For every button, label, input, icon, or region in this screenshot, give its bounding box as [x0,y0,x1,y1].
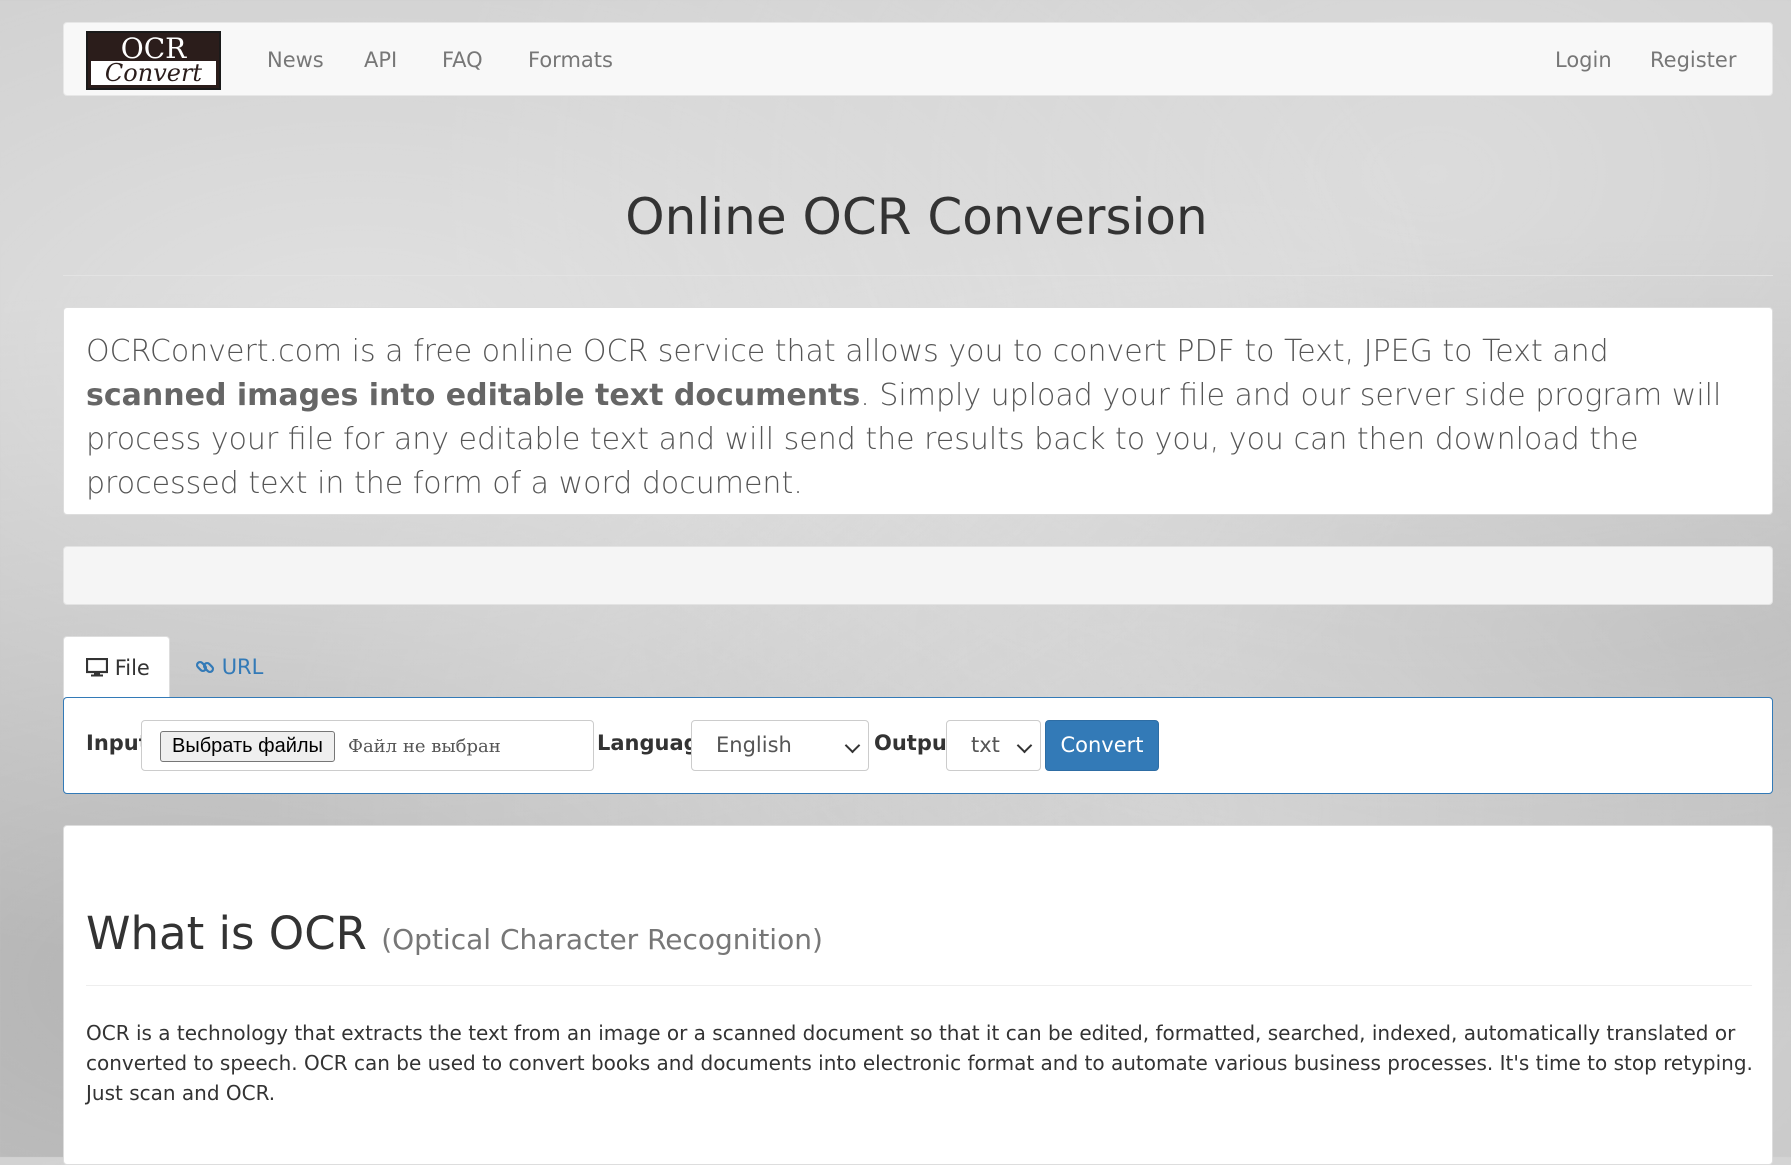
nav-link-api[interactable]: API [364,47,397,73]
page-title: Online OCR Conversion [625,188,1208,246]
intro-text: OCRConvert.com is a free online OCR serv… [86,330,1750,506]
output-select[interactable]: txt [946,720,1041,771]
chevron-down-icon [1016,737,1033,754]
section-divider [86,985,1752,986]
conversion-form: Input Выбрать файлы Файл не выбран Langu… [63,697,1773,794]
convert-button[interactable]: Convert [1045,720,1159,771]
nav-link-formats[interactable]: Formats [528,47,613,73]
section-heading-main: What is OCR [86,907,367,960]
section-body: OCR is a technology that extracts the te… [86,1021,1753,1105]
site-logo[interactable]: OCR Convert [86,31,221,90]
language-select-value: English [716,733,792,757]
section-heading: What is OCR (Optical Character Recogniti… [86,906,823,968]
input-label: Input [86,731,149,755]
tab-url-label: URL [221,655,264,679]
language-select[interactable]: English [691,720,869,771]
tab-file-label: File [114,656,150,680]
tab-file[interactable]: File [63,636,170,698]
ad-placeholder-panel [63,546,1773,605]
output-label: Output [874,731,957,755]
output-select-value: txt [971,733,1000,757]
nav-link-login[interactable]: Login [1555,47,1612,73]
nav-link-news[interactable]: News [267,47,324,73]
intro-text-a: OCRConvert.com is a free online OCR serv… [86,334,1609,369]
intro-panel: OCRConvert.com is a free online OCR serv… [63,307,1773,515]
what-is-ocr-panel: What is OCR (Optical Character Recogniti… [63,825,1773,1165]
link-icon [195,660,215,674]
nav-link-register[interactable]: Register [1650,47,1736,73]
monitor-icon [85,657,109,677]
logo-text-bottom: Convert [91,61,216,85]
navbar: OCR Convert News API FAQ Formats Login R… [63,22,1773,96]
tab-url[interactable]: URL [195,636,295,698]
chevron-down-icon [844,737,861,754]
nav-link-faq[interactable]: FAQ [442,47,483,73]
choose-files-button[interactable]: Выбрать файлы [160,731,335,762]
intro-text-bold: scanned images into editable text docume… [86,378,861,413]
file-status-text: Файл не выбран [348,736,501,757]
file-input[interactable]: Выбрать файлы Файл не выбран [141,720,594,771]
section-heading-small: (Optical Character Recognition) [381,923,823,956]
title-divider [63,275,1773,276]
